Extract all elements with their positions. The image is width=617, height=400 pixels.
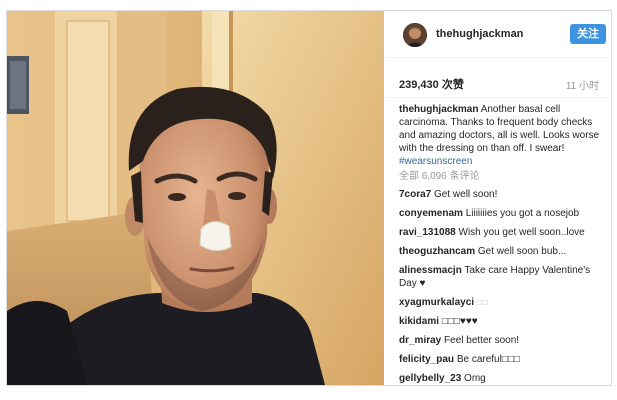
caption-hashtag[interactable]: #wearsunscreen: [399, 156, 472, 167]
comment-username[interactable]: kikidami: [399, 316, 439, 327]
comment-username[interactable]: conyemenam: [399, 208, 463, 219]
selfie-image: [7, 11, 384, 385]
comment-item: ravi_131088 Wish you get well soon..love: [399, 226, 605, 239]
profile-photo-icon: [403, 23, 427, 47]
comment-username[interactable]: 7cora7: [399, 189, 431, 200]
view-all-comments-link[interactable]: 全部 6,096 条评论: [399, 170, 605, 183]
comment-item: gellybelly_23 Omg: [399, 372, 605, 385]
comment-item: kikidami □□□♥♥♥: [399, 315, 605, 328]
post-caption: thehughjackman Another basal cell carcin…: [399, 103, 605, 168]
post-photo[interactable]: [7, 11, 384, 385]
comment-username[interactable]: theoguzhancam: [399, 246, 475, 257]
comment-text: □□□♥♥♥: [441, 316, 478, 327]
comment-text: Liiiiiiies you got a nosejob: [465, 208, 580, 219]
comment-username[interactable]: alinessmacjn: [399, 265, 462, 276]
post-stats: 239,430 次赞 11 小时: [385, 57, 611, 98]
comment-item: 7cora7 Get well soon!: [399, 188, 605, 201]
comment-item: dr_miray Feel better soon!: [399, 334, 605, 347]
comment-item: xyagmurkalayci □□: [399, 296, 605, 309]
comment-username[interactable]: felicity_pau: [399, 354, 454, 365]
post-header: thehughjackman 关注: [385, 11, 611, 58]
comment-text: Wish you get well soon..love: [458, 227, 585, 238]
comment-item: conyemenam Liiiiiiies you got a nosejob: [399, 207, 605, 220]
comment-text: Get well soon bub...: [477, 246, 567, 257]
comment-username[interactable]: dr_miray: [399, 335, 441, 346]
post-time: 11 小时: [565, 81, 599, 92]
comment-list: thehughjackman Another basal cell carcin…: [399, 103, 605, 385]
like-count[interactable]: 239,430 次赞: [399, 76, 464, 92]
follow-button[interactable]: 关注: [570, 24, 606, 44]
comment-username[interactable]: xyagmurkalayci: [399, 297, 474, 308]
avatar[interactable]: [403, 23, 427, 47]
comment-item: alinessmacjn Take care Happy Valentine's…: [399, 264, 605, 290]
comment-text: Feel better soon!: [444, 335, 520, 346]
comment-text: □□: [476, 298, 489, 307]
instagram-post: thehughjackman 关注 239,430 次赞 11 小时 thehu…: [6, 10, 612, 386]
comment-text: Omg: [464, 373, 486, 384]
comment-item: felicity_pau Be careful□□□: [399, 353, 605, 366]
post-side-panel: thehughjackman 关注 239,430 次赞 11 小时 thehu…: [385, 11, 611, 385]
comment-text: Get well soon!: [434, 189, 498, 200]
header-username[interactable]: thehughjackman: [436, 28, 523, 40]
comment-item: theoguzhancam Get well soon bub...: [399, 245, 605, 258]
comment-username[interactable]: gellybelly_23: [399, 373, 461, 384]
comment-text: Be careful□□□: [456, 354, 520, 365]
comment-username[interactable]: ravi_131088: [399, 227, 456, 238]
caption-username[interactable]: thehughjackman: [399, 104, 478, 115]
